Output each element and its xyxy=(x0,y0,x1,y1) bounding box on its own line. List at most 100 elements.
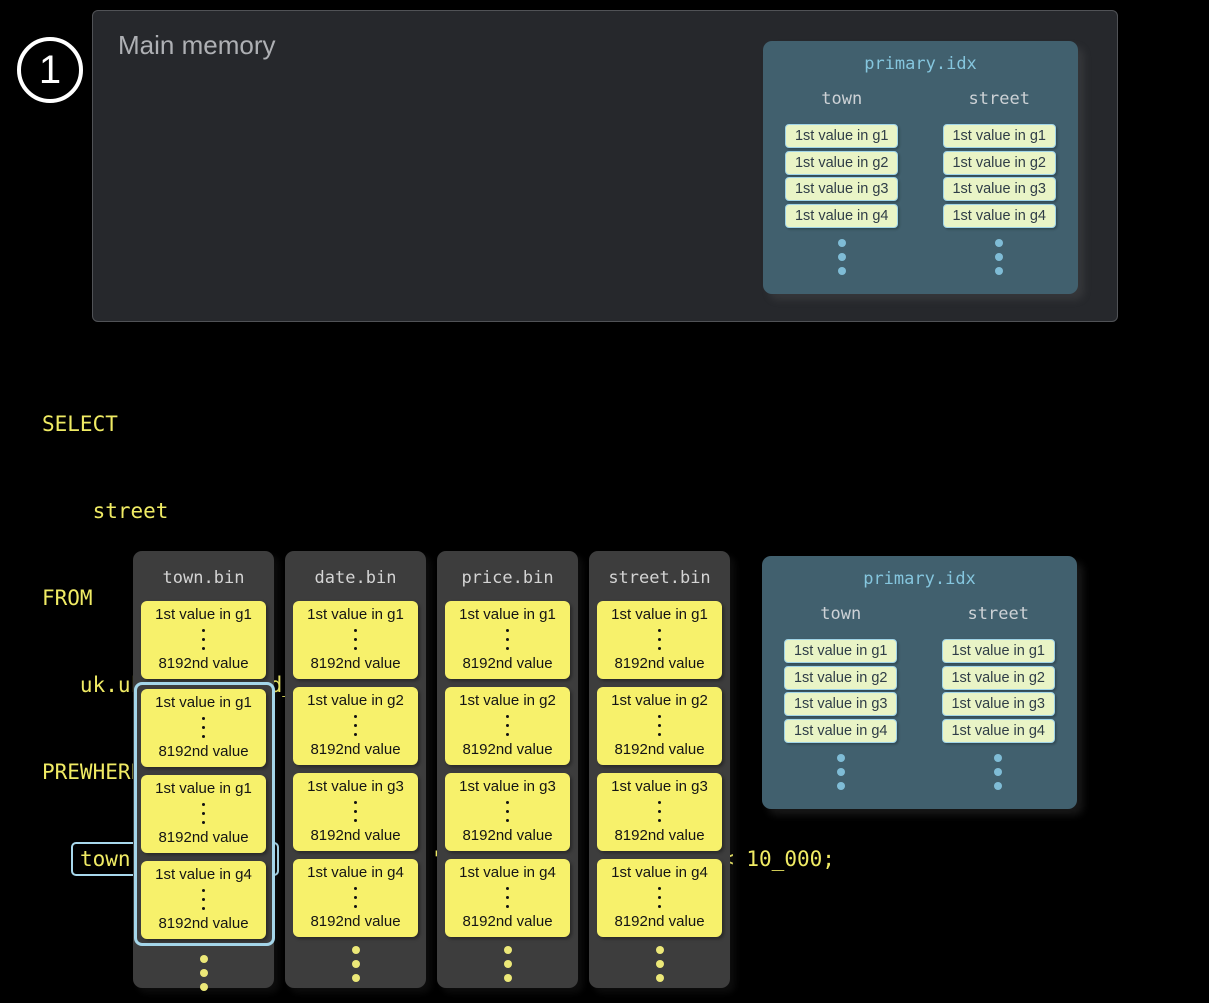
granule-first-value: 1st value in g1 xyxy=(155,606,252,623)
bin-file-street: street.bin 1st value in g1 8192nd value … xyxy=(589,551,730,988)
index-mark-entry: 1st value in g2 xyxy=(943,151,1056,175)
granule-last-value: 8192nd value xyxy=(310,655,400,672)
more-entries-ellipsis xyxy=(994,754,1002,796)
vertical-ellipsis xyxy=(658,629,661,650)
index-mark-entry: 1st value in g4 xyxy=(943,204,1056,228)
granule-last-value: 8192nd value xyxy=(462,655,552,672)
index-mark-entry: 1st value in g2 xyxy=(942,666,1055,690)
vertical-ellipsis xyxy=(658,801,661,822)
primary-idx-panel-memory: primary.idx town 1st value in g1 1st val… xyxy=(763,41,1078,294)
granule-last-value: 8192nd value xyxy=(310,827,400,844)
granule-first-value: 1st value in g2 xyxy=(611,692,708,709)
vertical-ellipsis xyxy=(354,801,357,822)
vertical-ellipsis xyxy=(202,717,205,738)
idx-town-entries: 1st value in g1 1st value in g2 1st valu… xyxy=(784,639,897,745)
selected-granules-box: 1st value in g1 8192nd value 1st value i… xyxy=(134,682,275,946)
primary-idx-columns: town 1st value in g1 1st value in g2 1st… xyxy=(762,604,1077,796)
idx-town-entries: 1st value in g1 1st value in g2 1st valu… xyxy=(785,124,898,230)
index-mark-entry: 1st value in g3 xyxy=(784,692,897,716)
vertical-ellipsis xyxy=(354,887,357,908)
granule-last-value: 8192nd value xyxy=(614,913,704,930)
primary-idx-columns: town 1st value in g1 1st value in g2 1st… xyxy=(763,89,1078,281)
idx-column-street: street 1st value in g1 1st value in g2 1… xyxy=(920,604,1078,796)
idx-column-town: town 1st value in g1 1st value in g2 1st… xyxy=(762,604,920,796)
vertical-ellipsis xyxy=(506,887,509,908)
granule-card: 1st value in g1 8192nd value xyxy=(293,601,418,679)
index-mark-entry: 1st value in g4 xyxy=(784,719,897,743)
index-mark-entry: 1st value in g4 xyxy=(942,719,1055,743)
vertical-ellipsis xyxy=(658,887,661,908)
index-mark-entry: 1st value in g4 xyxy=(785,204,898,228)
bin-file-price: price.bin 1st value in g1 8192nd value 1… xyxy=(437,551,578,988)
granule-last-value: 8192nd value xyxy=(462,741,552,758)
index-mark-entry: 1st value in g1 xyxy=(943,124,1056,148)
idx-street-entries: 1st value in g1 1st value in g2 1st valu… xyxy=(942,639,1055,745)
street-granules: 1st value in g1 8192nd value 1st value i… xyxy=(597,601,722,937)
granule-last-value: 8192nd value xyxy=(462,827,552,844)
unselected-granules: 1st value in g1 8192nd value xyxy=(141,601,266,679)
granule-last-value: 8192nd value xyxy=(462,913,552,930)
granule-last-value: 8192nd value xyxy=(158,829,248,846)
bin-file-town: town.bin 1st value in g1 8192nd value 1s… xyxy=(133,551,274,988)
bin-file-date: date.bin 1st value in g1 8192nd value 1s… xyxy=(285,551,426,988)
granule-card: 1st value in g4 8192nd value xyxy=(293,859,418,937)
granule-card: 1st value in g3 8192nd value xyxy=(293,773,418,851)
more-granules-ellipsis xyxy=(352,946,360,982)
more-entries-ellipsis xyxy=(995,239,1003,281)
more-granules-ellipsis xyxy=(504,946,512,982)
granule-card: 1st value in g3 8192nd value xyxy=(597,773,722,851)
main-memory-label: Main memory xyxy=(118,30,275,61)
index-mark-entry: 1st value in g2 xyxy=(785,151,898,175)
granule-first-value: 1st value in g4 xyxy=(611,864,708,881)
granule-card: 1st value in g4 8192nd value xyxy=(141,861,266,939)
idx-column-town-header: town xyxy=(821,89,862,109)
step-number: 1 xyxy=(39,48,61,93)
date-granules: 1st value in g1 8192nd value 1st value i… xyxy=(293,601,418,937)
granule-last-value: 8192nd value xyxy=(158,655,248,672)
granule-card: 1st value in g2 8192nd value xyxy=(597,687,722,765)
granule-card: 1st value in g2 8192nd value xyxy=(293,687,418,765)
idx-column-town-header: town xyxy=(820,604,861,624)
granule-first-value: 1st value in g1 xyxy=(307,606,404,623)
index-mark-entry: 1st value in g3 xyxy=(942,692,1055,716)
granule-card: 1st value in g3 8192nd value xyxy=(445,773,570,851)
idx-column-street-header: street xyxy=(969,89,1030,109)
granule-first-value: 1st value in g4 xyxy=(307,864,404,881)
granule-last-value: 8192nd value xyxy=(158,915,248,932)
index-mark-entry: 1st value in g3 xyxy=(943,177,1056,201)
granule-first-value: 1st value in g3 xyxy=(611,778,708,795)
primary-idx-panel-disk: primary.idx town 1st value in g1 1st val… xyxy=(762,556,1077,809)
granule-last-value: 8192nd value xyxy=(158,743,248,760)
step-1-badge: 1 xyxy=(17,37,83,103)
index-mark-entry: 1st value in g2 xyxy=(784,666,897,690)
granule-card: 1st value in g1 8192nd value xyxy=(141,775,266,853)
granule-card: 1st value in g4 8192nd value xyxy=(445,859,570,937)
vertical-ellipsis xyxy=(202,803,205,824)
more-entries-ellipsis xyxy=(838,239,846,281)
index-mark-entry: 1st value in g1 xyxy=(785,124,898,148)
granule-card: 1st value in g1 8192nd value xyxy=(445,601,570,679)
selected-granules: 1st value in g1 8192nd value 1st value i… xyxy=(141,689,268,939)
idx-column-street: street 1st value in g1 1st value in g2 1… xyxy=(921,89,1079,281)
vertical-ellipsis xyxy=(202,629,205,650)
index-mark-entry: 1st value in g1 xyxy=(784,639,897,663)
primary-idx-title: primary.idx xyxy=(762,556,1077,589)
granule-first-value: 1st value in g1 xyxy=(459,606,556,623)
vertical-ellipsis xyxy=(506,801,509,822)
idx-column-town: town 1st value in g1 1st value in g2 1st… xyxy=(763,89,921,281)
granule-last-value: 8192nd value xyxy=(614,741,704,758)
main-memory-box: Main memory primary.idx town 1st value i… xyxy=(92,10,1118,322)
more-granules-ellipsis xyxy=(200,955,208,991)
granule-first-value: 1st value in g3 xyxy=(307,778,404,795)
bin-file-street-title: street.bin xyxy=(589,568,730,588)
vertical-ellipsis xyxy=(354,629,357,650)
idx-street-entries: 1st value in g1 1st value in g2 1st valu… xyxy=(943,124,1056,230)
vertical-ellipsis xyxy=(506,629,509,650)
diagram-canvas: 1 Main memory primary.idx town 1st value… xyxy=(0,0,1209,1003)
more-granules-ellipsis xyxy=(656,946,664,982)
granule-first-value: 1st value in g4 xyxy=(459,864,556,881)
granule-last-value: 8192nd value xyxy=(310,741,400,758)
bin-file-price-title: price.bin xyxy=(437,568,578,588)
bin-file-town-title: town.bin xyxy=(133,568,274,588)
granule-first-value: 1st value in g4 xyxy=(155,866,252,883)
